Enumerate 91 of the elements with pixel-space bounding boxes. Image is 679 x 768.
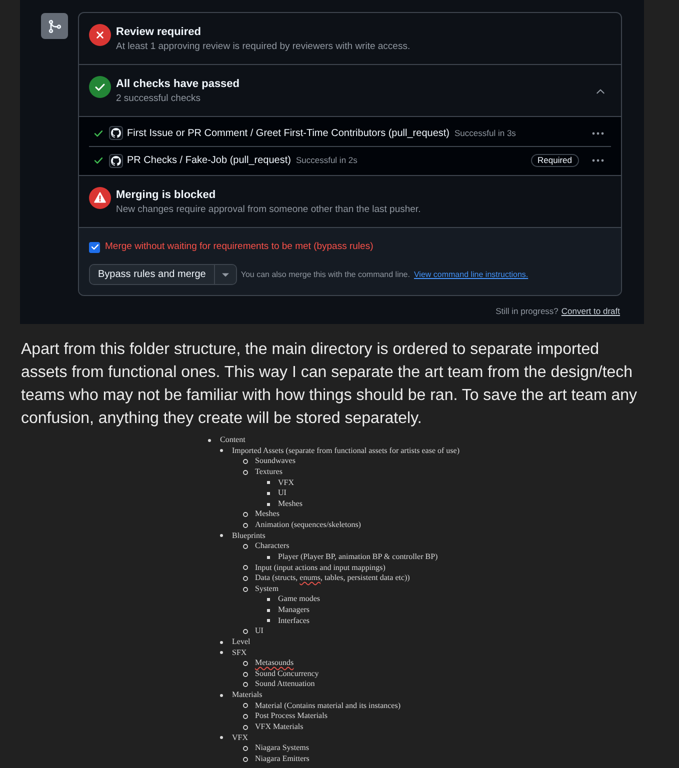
check-status: Successful in 3s (454, 126, 516, 140)
chevron-up-icon[interactable] (596, 88, 605, 94)
bullet-icon (220, 651, 223, 654)
outline-item: UI (255, 626, 264, 637)
x-circle-icon (89, 24, 111, 46)
bullet-icon (220, 694, 223, 697)
outline-item: Player (Player BP, animation BP & controller BP) (278, 552, 438, 562)
check-status: Successful in 2s (296, 154, 358, 167)
outline-item: Niagara Systems (255, 743, 309, 754)
hollow-bullet-icon (243, 565, 248, 570)
outline-item: Textures (255, 466, 282, 478)
bypass-label[interactable]: Merge without waiting for requirements to be met (bypass rules) (105, 241, 374, 253)
outline-item: Game modes (278, 594, 320, 605)
outline-item: Sound Concurrency (255, 668, 319, 680)
outline-item: Blueprints (232, 530, 266, 542)
outline-item: Imported Assets (separate from functional assets for artists ease of use) (232, 446, 460, 456)
hollow-bullet-icon (243, 703, 248, 708)
more-options-icon[interactable] (592, 159, 604, 162)
command-line-link[interactable]: View command line instructions. (414, 268, 528, 280)
outline-item: VFX (232, 732, 248, 744)
bullet-icon (220, 534, 223, 538)
hollow-bullet-icon (243, 629, 248, 634)
square-bullet-icon (267, 481, 270, 484)
bullet-icon (208, 438, 211, 442)
check-name[interactable]: First Issue or PR Comment / Greet First-Time Contributors (pull_request) (127, 126, 450, 140)
outline-item: System (255, 584, 279, 594)
hollow-bullet-icon (243, 512, 248, 518)
outline-item: Input (input actions and input mappings) (255, 562, 386, 574)
hollow-bullet-icon (243, 544, 248, 550)
outline-item: Material (Contains material and its instances) (255, 700, 401, 712)
outline-item: Content (220, 435, 246, 446)
outline-item: VFX (278, 478, 294, 488)
more-options-icon[interactable] (592, 132, 604, 134)
square-bullet-icon (267, 492, 270, 495)
merge-hint: You can also merge this with the command line. (240, 268, 410, 280)
outline-item: Meshes (278, 498, 302, 510)
required-badge: Required (530, 154, 579, 167)
hollow-bullet-icon (243, 682, 248, 688)
outline-item: Sound Attenuation (255, 679, 315, 690)
octocat-icon (109, 154, 123, 168)
square-bullet-icon (267, 608, 270, 612)
outline-item: Data (structs, enums, tables, persistent data etc)) (255, 573, 410, 584)
hollow-bullet-icon (243, 714, 248, 720)
check-circle-icon (89, 76, 111, 98)
outline-item: Materials (232, 690, 262, 701)
warning-icon (89, 187, 111, 209)
section-description: New changes require approval from someone other than the last pusher. (116, 203, 421, 217)
square-bullet-icon (267, 619, 270, 622)
check-name[interactable]: PR Checks / Fake-Job (pull_request) (127, 153, 291, 168)
square-bullet-icon (267, 598, 270, 602)
hollow-bullet-icon (243, 459, 248, 464)
hollow-bullet-icon (243, 756, 248, 762)
body-paragraph: Apart from this folder structure, the main directory is ordered to separate imported assets from functional ones. This way I can separate the art team from the design/tech teams who may not be familiar with how things should be ran. To save the art team any confusion, anything they create will be stored separately. (21, 340, 638, 429)
outline-item: UI (278, 488, 286, 499)
square-bullet-icon (267, 502, 270, 506)
section-title: All checks have passed (116, 77, 240, 92)
outline-item: Level (232, 636, 250, 648)
outline-item: VFX Materials (255, 722, 304, 732)
hollow-bullet-icon (243, 522, 248, 528)
hollow-bullet-icon (243, 660, 248, 666)
octocat-icon (109, 126, 123, 140)
outline-item: Managers (278, 605, 310, 616)
outline-item: Soundwaves (255, 456, 296, 467)
bullet-icon (220, 449, 223, 452)
caret-down-icon (222, 272, 229, 276)
draft-prompt: Still in progress? (496, 305, 558, 317)
outline-item: Niagara Emitters (255, 754, 310, 764)
hollow-bullet-icon (243, 724, 248, 730)
hollow-bullet-icon (243, 586, 248, 592)
checkbox[interactable] (89, 242, 100, 252)
outline-item: Characters (255, 541, 290, 552)
merge-options-button[interactable] (214, 265, 236, 284)
hollow-bullet-icon (243, 470, 248, 475)
outline-item: SFX (232, 648, 247, 658)
bullet-icon (220, 640, 223, 644)
square-bullet-icon (267, 556, 270, 559)
hollow-bullet-icon (243, 576, 248, 581)
outline-item: Interfaces (278, 616, 310, 626)
bullet-icon (220, 736, 223, 740)
convert-to-draft-link[interactable]: Convert to draft (561, 305, 620, 317)
outline-item: Meshes (255, 509, 280, 520)
section-title: Review required (116, 25, 202, 40)
hollow-bullet-icon (243, 746, 248, 751)
outline-item: Metasounds (255, 658, 294, 669)
section-title: Merging is blocked (116, 188, 217, 203)
hollow-bullet-icon (243, 672, 248, 677)
section-description: 2 successful checks (116, 92, 202, 106)
git-merge-icon (41, 13, 68, 39)
outline-item: Animation (sequences/skeletons) (255, 520, 361, 531)
section-description: At least 1 approving review is required by reviewers with write access. (116, 40, 410, 54)
outline-item: Post Process Materials (255, 711, 328, 722)
